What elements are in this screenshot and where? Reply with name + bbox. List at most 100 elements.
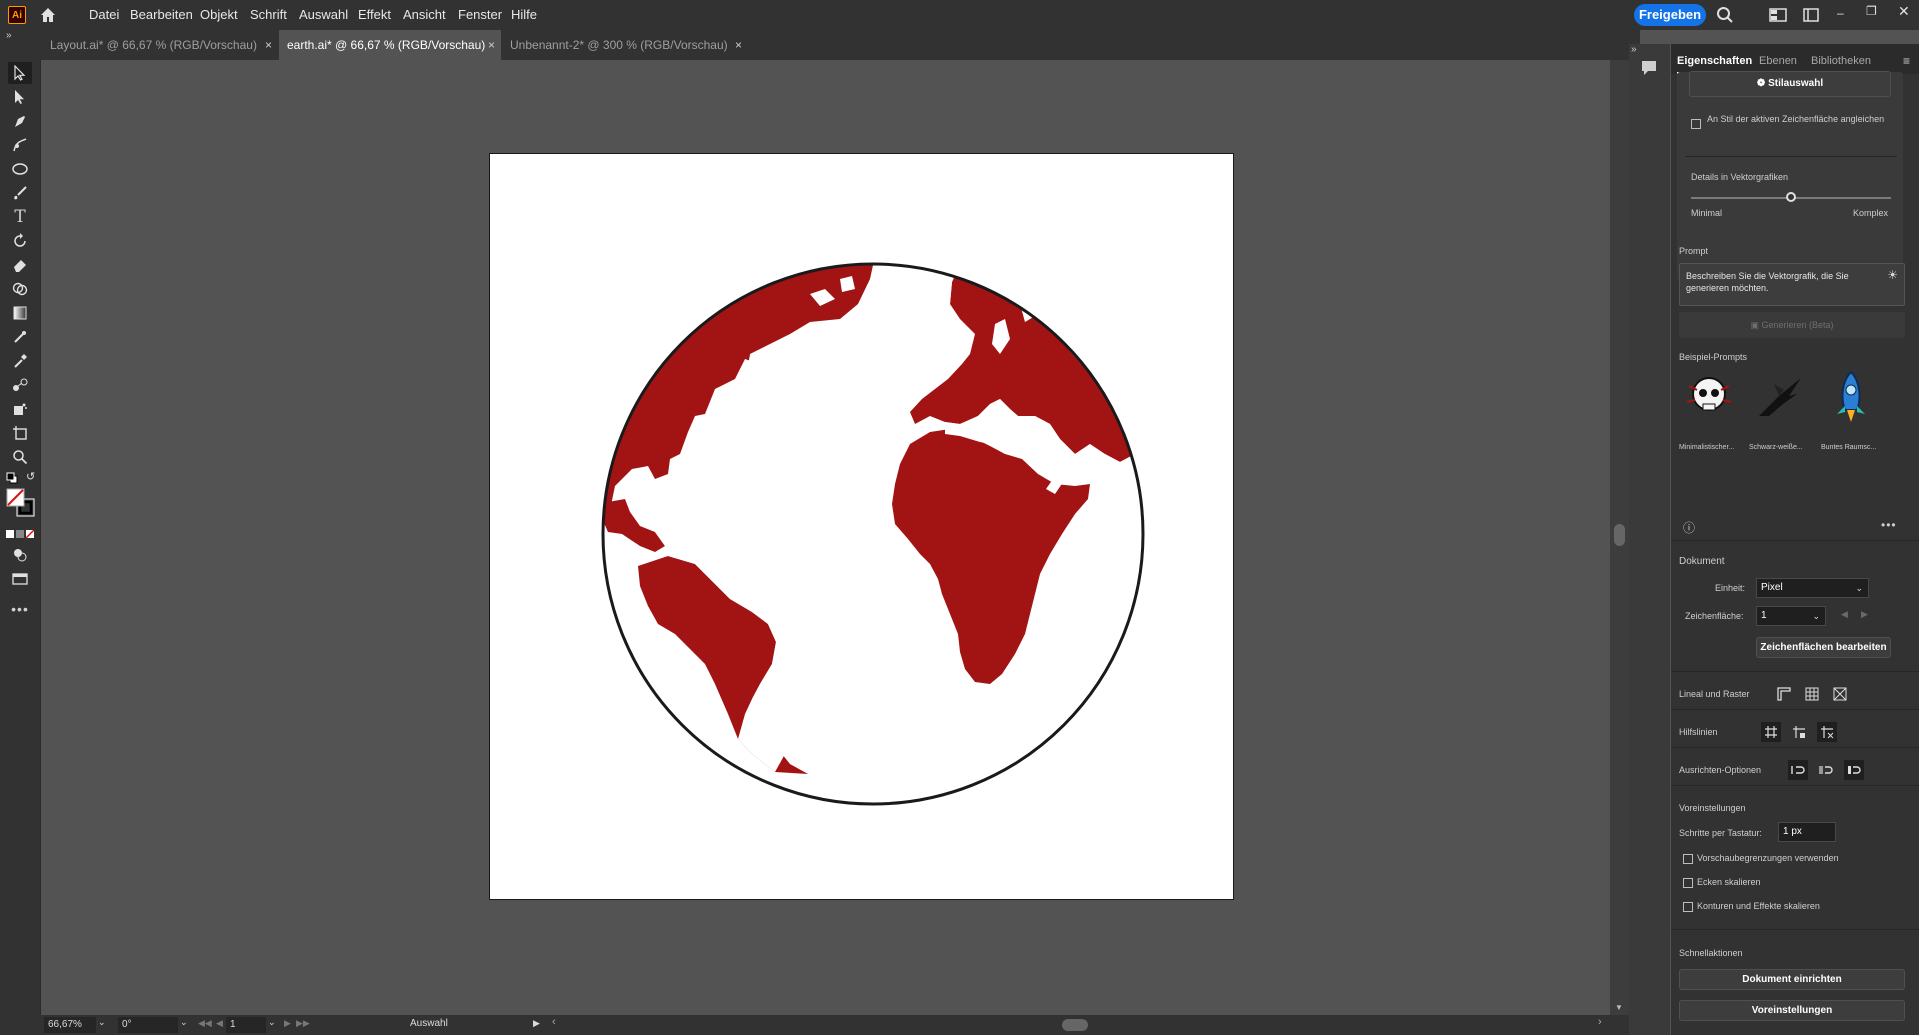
vertical-scroll-thumb[interactable] (1614, 524, 1625, 546)
lock-guides-icon[interactable] (1789, 722, 1809, 742)
color-mode-icons[interactable] (6, 529, 35, 542)
search-icon[interactable] (1716, 6, 1734, 27)
menu-bearbeiten[interactable]: Bearbeiten (130, 7, 193, 22)
snap-to-point-icon[interactable] (1788, 760, 1808, 780)
menu-datei[interactable]: Datei (89, 7, 119, 22)
artboard-tool-icon[interactable] (8, 422, 32, 444)
more-options-icon[interactable]: ••• (1881, 518, 1897, 532)
fill-stroke-swatch[interactable] (6, 488, 36, 521)
vertical-scrollbar[interactable]: ▼ (1610, 60, 1629, 1015)
eyedropper-tool-icon[interactable] (8, 350, 32, 372)
generate-button[interactable]: ▣ Generieren (Beta) (1679, 312, 1905, 338)
tab-layout[interactable]: Layout.ai* @ 66,67 % (RGB/Vorschau) × (42, 30, 278, 60)
menu-fenster[interactable]: Fenster (458, 7, 502, 22)
collapse-panels-icon[interactable]: » (1631, 44, 1637, 55)
menu-ansicht[interactable]: Ansicht (403, 7, 446, 22)
zoom-tool-icon[interactable] (8, 446, 32, 468)
draw-mode-icon[interactable] (8, 544, 32, 566)
arrange-icon[interactable] (1803, 8, 1819, 25)
shape-builder-tool-icon[interactable] (8, 278, 32, 300)
preview-bounds-checkbox[interactable] (1683, 854, 1693, 864)
ruler-icon[interactable] (1774, 684, 1794, 704)
scroll-right-icon[interactable]: › (1598, 1016, 1602, 1028)
artboard[interactable] (489, 153, 1234, 900)
blend-tool-icon[interactable] (8, 374, 32, 396)
artboard-number-field[interactable]: 1 (226, 1017, 266, 1033)
preferences-button[interactable]: Voreinstellungen (1679, 1000, 1905, 1021)
previous-artboard-icon[interactable]: ◀ (1841, 609, 1848, 620)
swap-colors-icon[interactable]: ↺ (26, 470, 35, 483)
info-icon[interactable]: ⓘ (1683, 519, 1695, 536)
tab-ebenen[interactable]: Ebenen (1759, 50, 1797, 72)
default-colors-icon[interactable] (6, 472, 18, 487)
last-artboard-icon[interactable]: ▶▶ (296, 1018, 310, 1029)
close-icon[interactable]: ✕ (1898, 3, 1910, 20)
keyboard-step-input[interactable]: 1 px (1778, 822, 1836, 842)
next-artboard-status-icon[interactable]: ▶ (284, 1018, 291, 1029)
comments-icon[interactable] (1639, 58, 1659, 81)
details-slider-thumb[interactable] (1786, 192, 1796, 202)
menu-hilfe[interactable]: Hilfe (511, 7, 537, 22)
more-tools-icon[interactable]: ••• (8, 598, 32, 620)
collapse-toolbar-icon[interactable]: » (6, 30, 12, 41)
snap-to-pixel-icon[interactable] (1816, 760, 1836, 780)
show-guides-icon[interactable] (1761, 722, 1781, 742)
horizontal-scroll-thumb[interactable] (1062, 1019, 1088, 1031)
zoom-dropdown-icon[interactable]: ⌄ (98, 1017, 106, 1028)
previous-artboard-status-icon[interactable]: ◀ (216, 1018, 223, 1029)
example-rocket-thumbnail[interactable] (1821, 366, 1881, 426)
prompt-input[interactable]: Beschreiben Sie die Vektorgrafik, die Si… (1679, 263, 1905, 306)
close-tab-icon[interactable]: × (265, 30, 272, 60)
panel-menu-icon[interactable]: ≡ (1903, 54, 1910, 68)
style-select-button[interactable]: ❁ Stilauswahl (1689, 71, 1891, 97)
curvature-tool-icon[interactable] (8, 134, 32, 156)
tab-earth[interactable]: earth.ai* @ 66,67 % (RGB/Vorschau) × (279, 30, 501, 60)
grid-icon[interactable] (1802, 684, 1822, 704)
screen-mode-icon[interactable] (8, 568, 32, 590)
workspace-icon[interactable] (1769, 8, 1787, 25)
first-artboard-icon[interactable]: ◀◀ (198, 1018, 212, 1029)
scale-strokes-checkbox[interactable] (1683, 902, 1693, 912)
direct-selection-tool-icon[interactable] (8, 86, 32, 108)
ellipse-tool-icon[interactable] (8, 158, 32, 180)
type-tool-icon[interactable]: T (8, 206, 32, 228)
next-artboard-icon[interactable]: ▶ (1861, 609, 1868, 620)
tab-unbenannt[interactable]: Unbenannt-2* @ 300 % (RGB/Vorschau) × (502, 30, 748, 60)
pen-tool-icon[interactable] (8, 110, 32, 132)
restore-icon[interactable]: ❐ (1866, 4, 1877, 18)
symbol-sprayer-icon[interactable] (8, 398, 32, 420)
scroll-left-icon[interactable]: ‹ (552, 1016, 556, 1028)
example-bird-thumbnail[interactable] (1749, 366, 1809, 426)
smart-guides-icon[interactable] (1817, 722, 1837, 742)
eraser-tool-icon[interactable] (8, 254, 32, 276)
menu-objekt[interactable]: Objekt (200, 7, 238, 22)
menu-effekt[interactable]: Effekt (358, 7, 391, 22)
scroll-down-icon[interactable]: ▼ (1615, 1003, 1623, 1012)
rotation-dropdown-icon[interactable]: ⌄ (180, 1017, 188, 1028)
home-icon[interactable] (39, 6, 57, 24)
tab-bibliotheken[interactable]: Bibliotheken (1811, 50, 1871, 72)
lightbulb-icon[interactable]: ☀ (1887, 268, 1898, 282)
unit-select[interactable]: Pixel ⌄ (1756, 578, 1869, 598)
rotate-tool-icon[interactable] (8, 230, 32, 252)
share-button[interactable]: Freigeben (1634, 4, 1706, 26)
transparency-grid-icon[interactable] (1830, 684, 1850, 704)
document-setup-button[interactable]: Dokument einrichten (1679, 969, 1905, 990)
snap-to-glyph-icon[interactable] (1844, 760, 1864, 780)
menu-schrift[interactable]: Schrift (250, 7, 287, 22)
artboard-dropdown-icon[interactable]: ⌄ (268, 1017, 276, 1028)
close-tab-icon[interactable]: × (488, 30, 495, 60)
earth-globe-artwork[interactable] (490, 154, 1235, 901)
mesh-tool-icon[interactable] (8, 326, 32, 348)
zoom-field[interactable]: 66,67% (44, 1017, 96, 1033)
match-style-checkbox[interactable] (1691, 119, 1701, 129)
rotation-field[interactable]: 0° (118, 1017, 178, 1033)
example-skull-thumbnail[interactable] (1679, 366, 1739, 426)
close-tab-icon[interactable]: × (735, 30, 742, 60)
status-menu-icon[interactable]: ▶ (533, 1018, 540, 1029)
scale-corners-checkbox[interactable] (1683, 878, 1693, 888)
artboard-select[interactable]: 1 ⌄ (1756, 606, 1826, 626)
minimize-icon[interactable]: – (1837, 6, 1844, 20)
edit-artboards-button[interactable]: Zeichenflächen bearbeiten (1756, 637, 1891, 658)
gradient-tool-icon[interactable] (8, 302, 32, 324)
